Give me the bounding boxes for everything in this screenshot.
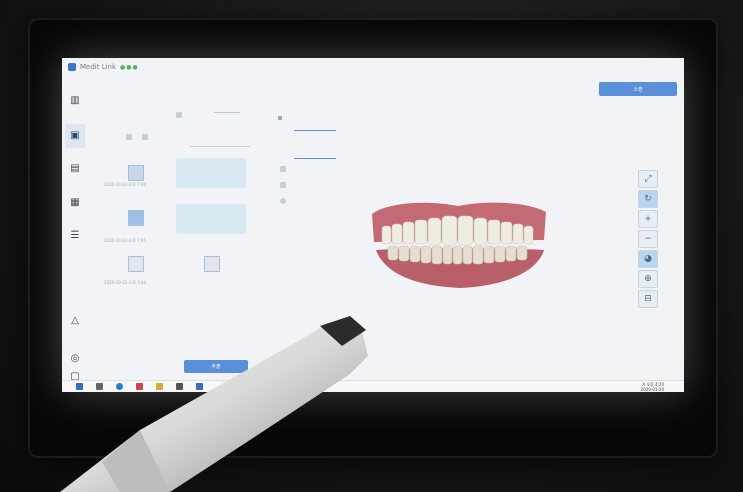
case-list-panel: 2020-10-22 오후 7:40 2020-10-22 오후 7:41 20… xyxy=(92,88,282,328)
scan-button[interactable]: 스캔 xyxy=(599,82,677,96)
system-clock: A 오후 4:20 2020-01-20 xyxy=(641,382,664,392)
mail-icon[interactable] xyxy=(176,383,183,390)
marker-icon xyxy=(142,134,148,140)
dashboard-icon[interactable]: ▥ xyxy=(69,96,81,106)
scan-thumbnail[interactable] xyxy=(204,256,220,272)
color-map-icon[interactable]: ◕ xyxy=(638,250,658,268)
fullscreen-icon[interactable]: ⤢ xyxy=(638,170,658,188)
scan-date: 2020-10-22 오후 7:41 xyxy=(104,238,147,243)
help-icon[interactable]: ◎ xyxy=(69,354,81,364)
layer-icon[interactable] xyxy=(280,182,286,188)
list-icon[interactable]: ☰ xyxy=(69,231,81,241)
selected-card[interactable] xyxy=(176,158,246,188)
bullet-icon xyxy=(278,116,282,120)
case-icon[interactable]: ▣ xyxy=(65,124,85,148)
search-icon[interactable] xyxy=(96,383,103,390)
windows-icon[interactable] xyxy=(76,383,83,390)
clock-date: 2020-01-20 xyxy=(640,387,664,392)
divider xyxy=(214,112,240,113)
scan-date: 2020-10-22 오후 7:40 xyxy=(104,182,147,187)
scan-thumbnail[interactable] xyxy=(128,165,144,181)
folder-icon[interactable] xyxy=(156,383,163,390)
image-icon xyxy=(176,112,182,118)
view-toolbar: ⤢ ↻ + − ◕ ⊕ ⊟ xyxy=(638,170,658,310)
layer-icon[interactable] xyxy=(280,166,286,172)
rotate-icon[interactable]: ↻ xyxy=(638,190,658,208)
photo-scene: Medit Link ●●● 스캔 ▥ ▣ ▤ ▦ ☰ △ ◎ ▢ 2020-1… xyxy=(0,0,743,492)
box-icon[interactable]: ▦ xyxy=(69,198,81,208)
layer-icon[interactable] xyxy=(280,198,286,204)
printer-icon[interactable]: ▤ xyxy=(69,164,81,174)
title-bar: Medit Link ●●● xyxy=(62,58,684,76)
store-icon[interactable] xyxy=(136,383,143,390)
app-taskbar-icon[interactable] xyxy=(196,383,203,390)
split-view-icon[interactable]: ⊟ xyxy=(638,290,658,308)
progress-line xyxy=(294,158,336,159)
status-dots: ●●● xyxy=(120,63,139,71)
monitor-screen: Medit Link ●●● 스캔 ▥ ▣ ▤ ▦ ☰ △ ◎ ▢ 2020-1… xyxy=(62,58,684,392)
scan-thumbnail[interactable] xyxy=(128,210,144,226)
scan-date: 2020-10-22 오후 7:44 xyxy=(104,280,147,285)
progress-line xyxy=(294,130,336,131)
app-title: Medit Link xyxy=(80,63,117,71)
divider xyxy=(190,146,250,147)
target-icon[interactable]: ⊕ xyxy=(638,270,658,288)
windows-taskbar: A 오후 4:20 2020-01-20 xyxy=(62,380,684,392)
zoom-out-icon[interactable]: − xyxy=(638,230,658,248)
selected-card[interactable] xyxy=(176,204,246,234)
marker-icon xyxy=(126,134,132,140)
app-logo-icon xyxy=(68,63,76,71)
scan-thumbnail[interactable] xyxy=(128,256,144,272)
left-nav-rail: ▥ ▣ ▤ ▦ ☰ △ ◎ ▢ xyxy=(62,76,88,392)
export-button[interactable]: 추출 xyxy=(184,360,248,373)
zoom-in-icon[interactable]: + xyxy=(638,210,658,228)
bell-icon[interactable]: △ xyxy=(69,316,81,326)
edge-icon[interactable] xyxy=(116,383,123,390)
dental-scan-3d-model[interactable] xyxy=(368,200,550,290)
